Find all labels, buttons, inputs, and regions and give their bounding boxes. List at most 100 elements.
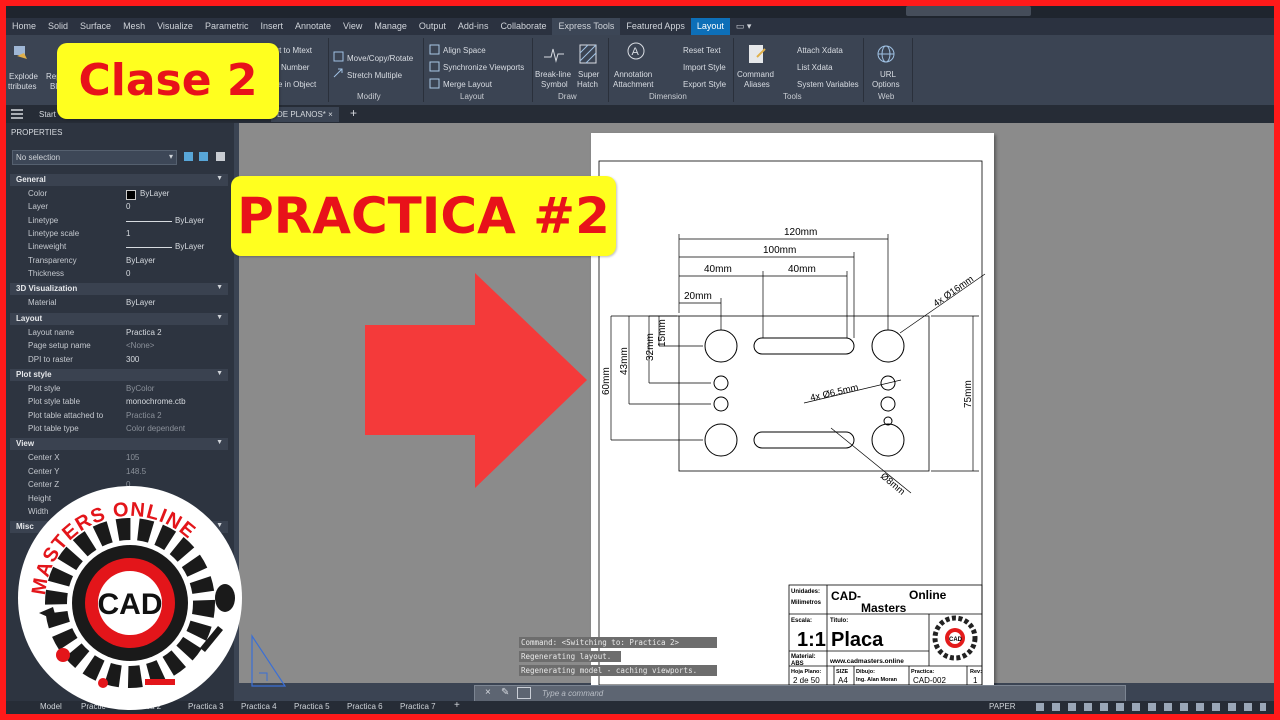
tab-visualize[interactable]: Visualize: [151, 18, 199, 35]
explode-label[interactable]: Explode: [9, 72, 38, 81]
tab-layout-6[interactable]: Practica 6: [347, 702, 383, 711]
prop-transparency[interactable]: Transparency ByLayer: [10, 254, 228, 267]
selection-dropdown[interactable]: No selection ▾: [12, 150, 177, 165]
tb-material: Material:: [791, 654, 816, 660]
tab-manage[interactable]: Manage: [368, 18, 413, 35]
command-label[interactable]: Command: [737, 70, 774, 79]
prop-linetype[interactable]: Linetype ByLayer: [10, 214, 228, 227]
system-variables-button[interactable]: System Variables: [797, 80, 859, 89]
tb-size: SIZE: [836, 669, 849, 675]
wrench-icon[interactable]: ✎: [501, 687, 509, 698]
annotation-label[interactable]: Annotation: [614, 70, 652, 79]
tab-collaborate[interactable]: Collaborate: [494, 18, 552, 35]
layout-panel-label[interactable]: Layout: [460, 92, 484, 101]
tab-solid[interactable]: Solid: [42, 18, 74, 35]
stretch-multiple-button[interactable]: Stretch Multiple: [347, 71, 402, 80]
tab-drawing-file[interactable]: DE PLANOS* ×: [271, 107, 339, 122]
tab-insert[interactable]: Insert: [254, 18, 289, 35]
prop-layer[interactable]: Layer 0: [10, 200, 228, 213]
move-copy-rotate-button[interactable]: Move/Copy/Rotate: [347, 54, 413, 63]
prop-material[interactable]: Material ByLayer: [10, 296, 228, 309]
draw-panel-label[interactable]: Draw: [558, 92, 577, 101]
prop-color[interactable]: Color ByLayer: [10, 187, 228, 200]
section-view[interactable]: View ▼: [10, 438, 228, 450]
globe-icon[interactable]: [875, 43, 897, 65]
tab-parametric[interactable]: Parametric: [199, 18, 255, 35]
tab-view[interactable]: View: [337, 18, 368, 35]
super-label[interactable]: Super: [578, 70, 599, 79]
modify-panel-label[interactable]: Modify: [357, 92, 381, 101]
prop-center-y[interactable]: Center Y 148.5: [10, 465, 228, 478]
command-aliases-icon[interactable]: [747, 43, 767, 65]
attachment-label[interactable]: Attachment: [613, 80, 653, 89]
synchronize-viewports-button[interactable]: Synchronize Viewports: [443, 63, 524, 72]
tools-panel-label[interactable]: Tools: [783, 92, 802, 101]
section-3d-visualization[interactable]: 3D Visualization ▼: [10, 283, 228, 295]
command-icon[interactable]: [517, 687, 531, 699]
status-toggles[interactable]: [1036, 703, 1266, 711]
number-button[interactable]: Number: [281, 63, 309, 72]
tab-output[interactable]: Output: [413, 18, 452, 35]
command-placeholder[interactable]: Type a command: [542, 689, 603, 698]
reset-text-button[interactable]: Reset Text: [683, 46, 721, 55]
select-objects-icons[interactable]: [183, 150, 229, 163]
tab-featured-apps[interactable]: Featured Apps: [620, 18, 691, 35]
menu-icon[interactable]: [11, 109, 23, 119]
dimension-panel-label[interactable]: Dimension: [649, 92, 687, 101]
explode-attributes-icon[interactable]: [12, 43, 30, 61]
section-general[interactable]: General ▼: [10, 174, 228, 186]
prop-center-x[interactable]: Center X 105: [10, 451, 228, 464]
close-icon[interactable]: ×: [485, 687, 491, 698]
aliases-label[interactable]: Aliases: [744, 80, 770, 89]
in-object-button[interactable]: se in Object: [274, 80, 316, 89]
prop-value: 105: [126, 453, 140, 462]
tab-layout[interactable]: Layout: [690, 18, 730, 35]
section-plot-style[interactable]: Plot style ▼: [10, 369, 228, 381]
prop-layout-name[interactable]: Layout name Practica 2: [10, 326, 228, 339]
tab-layout-5[interactable]: Practica 5: [294, 702, 330, 711]
layout-paper-sheet: 120mm 100mm 40mm 40mm 20mm 15mm 32mm 43m…: [591, 133, 994, 691]
tab-home[interactable]: Home: [6, 18, 42, 35]
tab-add-ins[interactable]: Add-ins: [452, 18, 495, 35]
section-label: Plot style: [16, 370, 52, 379]
attach-xdata-button[interactable]: Attach Xdata: [797, 46, 843, 55]
prop-plot-table-attached[interactable]: Plot table attached to Practica 2: [10, 409, 228, 422]
align-space-button[interactable]: Align Space: [443, 46, 486, 55]
add-layout-icon[interactable]: +: [454, 700, 460, 711]
super-hatch-icon[interactable]: [578, 43, 598, 65]
list-xdata-button[interactable]: List Xdata: [797, 63, 833, 72]
section-layout[interactable]: Layout ▼: [10, 313, 228, 325]
prop-plot-table-type[interactable]: Plot table type Color dependent: [10, 422, 228, 435]
search-box[interactable]: [906, 6, 1031, 16]
new-tab-icon[interactable]: +: [344, 106, 363, 121]
tab-layout-7[interactable]: Practica 7: [400, 702, 436, 711]
export-style-button[interactable]: Export Style: [683, 80, 726, 89]
tab-mesh[interactable]: Mesh: [117, 18, 151, 35]
url-label[interactable]: URL: [880, 70, 896, 79]
tab-annotate[interactable]: Annotate: [289, 18, 337, 35]
tab-layout-4[interactable]: Practica 4: [241, 702, 277, 711]
prop-page-setup[interactable]: Page setup name <None>: [10, 339, 228, 352]
web-panel-label[interactable]: Web: [878, 92, 894, 101]
prop-thickness[interactable]: Thickness 0: [10, 267, 228, 280]
break-line-icon[interactable]: [543, 43, 565, 65]
break-line-label[interactable]: Break-line: [535, 70, 571, 79]
close-icon[interactable]: ×: [328, 110, 333, 119]
prop-lineweight[interactable]: Lineweight ByLayer: [10, 240, 228, 253]
options-label[interactable]: Options: [872, 80, 900, 89]
hatch-label[interactable]: Hatch: [577, 80, 598, 89]
prop-plot-style-table[interactable]: Plot style table monochrome.ctb: [10, 395, 228, 408]
annotation-attachment-icon[interactable]: A: [625, 41, 647, 65]
prop-linetype-scale[interactable]: Linetype scale 1: [10, 227, 228, 240]
paper-space-toggle[interactable]: PAPER: [989, 702, 1016, 711]
merge-layout-button[interactable]: Merge Layout: [443, 80, 492, 89]
workspace-dropdown-icon[interactable]: ▭ ▾: [730, 18, 758, 35]
tab-surface[interactable]: Surface: [74, 18, 117, 35]
import-style-button[interactable]: Import Style: [683, 63, 726, 72]
tab-express-tools[interactable]: Express Tools: [552, 18, 621, 35]
prop-dpi[interactable]: DPI to raster 300: [10, 353, 228, 366]
symbol-label[interactable]: Symbol: [541, 80, 568, 89]
attributes-label[interactable]: ttributes: [8, 82, 36, 91]
prop-plot-style[interactable]: Plot style ByColor: [10, 382, 228, 395]
title-bar: [6, 6, 1274, 18]
